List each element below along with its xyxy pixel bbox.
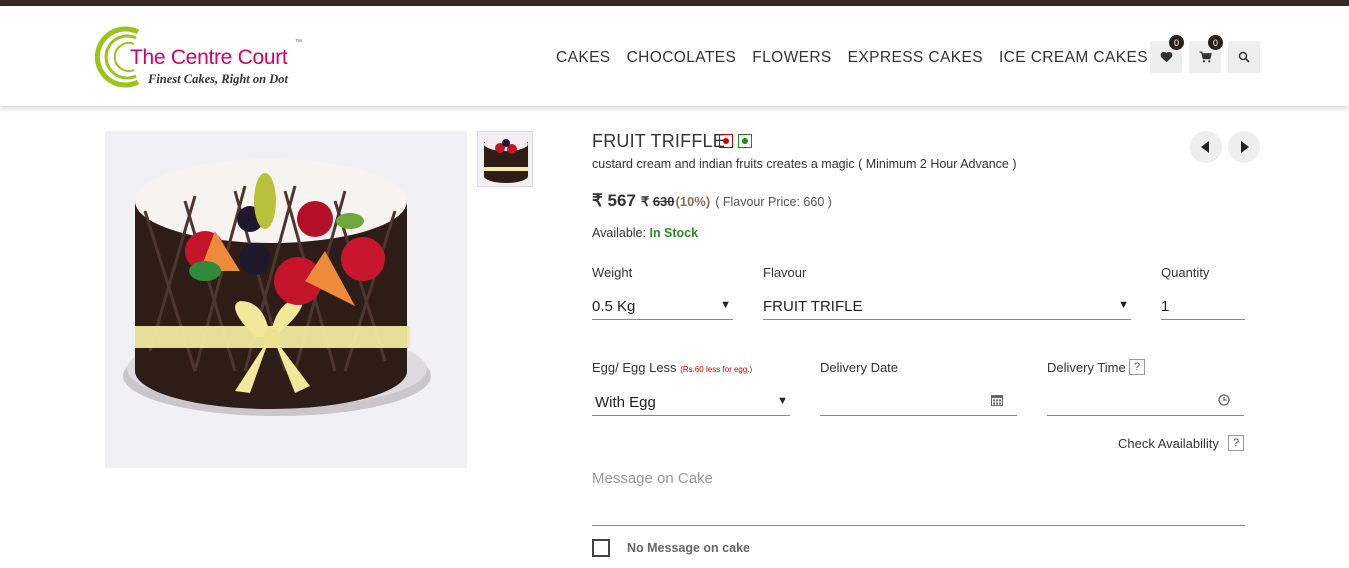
non-veg-indicator-icon (719, 134, 733, 148)
weight-select[interactable]: 0.5 Kg ▼ (592, 294, 733, 320)
weight-value: 0.5 Kg (592, 298, 636, 315)
heart-icon (1160, 51, 1172, 63)
main-nav: CAKES CHOCOLATES FLOWERS EXPRESS CAKES I… (556, 49, 1164, 67)
thumbnail-photo (484, 137, 528, 183)
brand-name: The Centre Court (130, 46, 288, 69)
flavour-price: ( Flavour Price: 660 ) (715, 195, 832, 209)
check-availability-link[interactable]: Check Availability (1118, 436, 1219, 451)
chevron-left-icon (1201, 141, 1209, 153)
caret-down-icon: ▼ (1118, 299, 1129, 311)
delivery-time-input[interactable] (1047, 390, 1244, 416)
wishlist-count-badge: 0 (1169, 35, 1184, 50)
cake-photo (123, 159, 431, 416)
brand-tagline: Finest Cakes, Right on Dot (148, 72, 288, 86)
chevron-right-icon (1241, 141, 1249, 153)
old-price: ₹ 630 (641, 194, 675, 210)
product-description: custard cream and indian fruits creates … (592, 157, 1017, 171)
product-main-image[interactable] (105, 131, 467, 468)
egg-label: Egg/ Egg Less (Rs.60 less for egg.) (592, 360, 752, 375)
no-message-checkbox[interactable] (592, 539, 610, 557)
egg-label-text: Egg/ Egg Less (592, 360, 677, 375)
message-on-cake-input[interactable]: Message on Cake (592, 470, 713, 487)
flavour-select[interactable]: FRUIT TRIFLE ▼ (763, 294, 1131, 320)
caret-down-icon: ▼ (777, 395, 788, 407)
old-price-value: 630 (652, 194, 675, 209)
nav-item-chocolates[interactable]: CHOCOLATES (627, 49, 737, 67)
price-row: ₹ 567 ₹ 630 (10%) ( Flavour Price: 660 ) (592, 191, 832, 211)
delivery-date-label: Delivery Date (820, 360, 899, 375)
brand-logo[interactable]: The Centre Court ™ Finest Cakes, Right o… (90, 22, 310, 92)
current-price: ₹ 567 (592, 191, 636, 210)
prev-product-button[interactable] (1190, 131, 1222, 163)
availability: Available: In Stock (592, 226, 698, 240)
egg-price-note: (Rs.60 less for egg.) (680, 365, 753, 374)
wishlist-button[interactable]: 0 (1150, 35, 1184, 73)
flavour-label: Flavour (763, 265, 807, 280)
quantity-input[interactable]: 1 (1161, 294, 1245, 320)
cart-count-badge: 0 (1208, 35, 1223, 50)
nav-item-express-cakes[interactable]: EXPRESS CAKES (848, 49, 983, 67)
veg-indicator-icon (738, 134, 752, 148)
site-header: The Centre Court ™ Finest Cakes, Right o… (0, 6, 1349, 106)
calendar-icon (991, 395, 1003, 406)
availability-label: Available: (592, 226, 646, 240)
product-title: FRUIT TRIFFLE (592, 131, 725, 151)
product-thumbnail[interactable] (477, 131, 533, 187)
message-underline (592, 525, 1245, 526)
delivery-date-input[interactable] (820, 390, 1017, 416)
weight-label: Weight (592, 265, 633, 280)
nav-item-flowers[interactable]: FLOWERS (752, 49, 831, 67)
delivery-time-help-icon[interactable]: ? (1129, 359, 1145, 375)
trademark-mark: ™ (295, 39, 302, 46)
discount-percent: (10%) (675, 194, 711, 209)
cart-icon (1199, 51, 1212, 63)
next-product-button[interactable] (1228, 131, 1260, 163)
search-button[interactable] (1228, 41, 1260, 73)
egg-value: With Egg (595, 394, 656, 411)
cart-button[interactable]: 0 (1189, 35, 1223, 73)
nav-item-cakes[interactable]: CAKES (556, 49, 611, 67)
caret-down-icon: ▼ (720, 299, 731, 311)
old-price-currency: ₹ (640, 194, 650, 209)
no-message-label: No Message on cake (627, 541, 750, 555)
quantity-value: 1 (1161, 298, 1170, 315)
quantity-label: Quantity (1161, 265, 1210, 280)
clock-icon (1218, 394, 1230, 406)
search-icon (1238, 51, 1250, 63)
check-availability-help-icon[interactable]: ? (1228, 435, 1244, 451)
flavour-value: FRUIT TRIFLE (763, 298, 863, 315)
nav-item-ice-cream-cakes[interactable]: ICE CREAM CAKES (999, 49, 1148, 67)
stock-status: In Stock (649, 226, 699, 240)
delivery-time-label: Delivery Time (1047, 360, 1126, 375)
egg-select[interactable]: With Egg ▼ (592, 390, 790, 416)
